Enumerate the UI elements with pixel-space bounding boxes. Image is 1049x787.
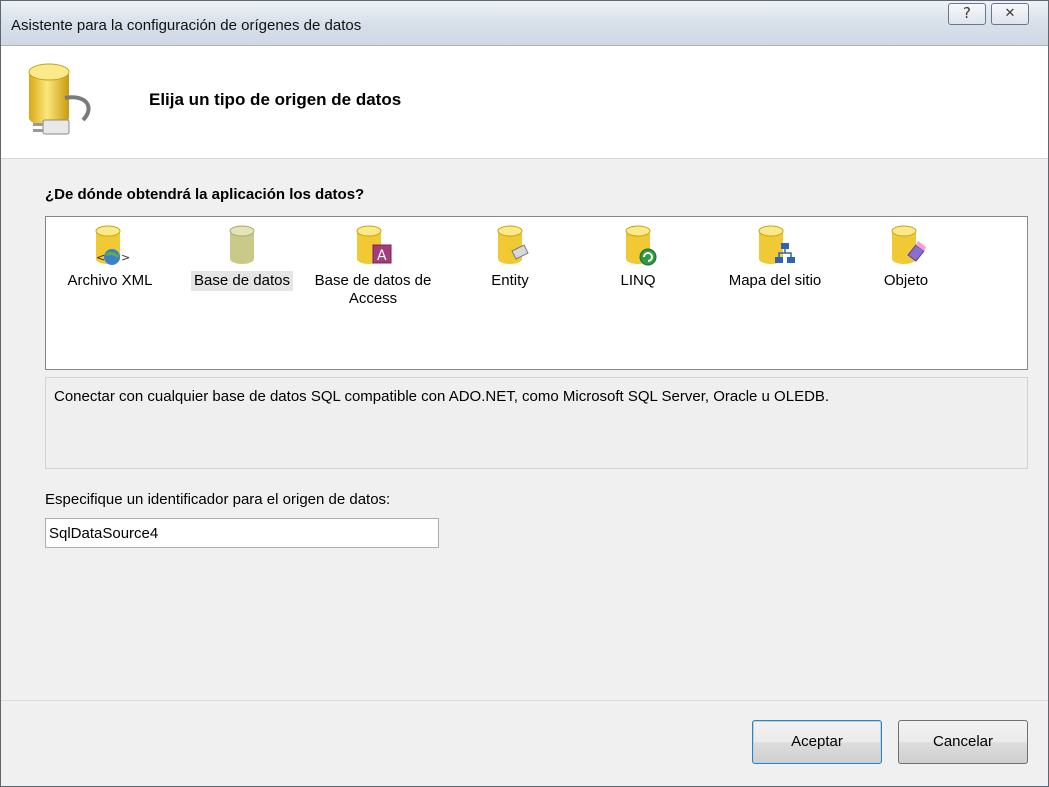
identifier-label: Especifique un identificador para el ori… xyxy=(45,491,391,508)
footer-separator xyxy=(1,700,1048,701)
ds-item-sitemap[interactable]: Mapa del sitio xyxy=(710,225,840,291)
svg-text:A: A xyxy=(377,248,387,264)
ds-label-xml: Archivo XML xyxy=(67,272,153,289)
description-panel: Conectar con cualquier base de datos SQL… xyxy=(45,377,1028,469)
ds-item-linq[interactable]: LINQ xyxy=(582,225,694,291)
cancel-button[interactable]: Cancelar xyxy=(898,720,1028,764)
data-source-question: ¿De dónde obtendrá la aplicación los dat… xyxy=(45,186,365,203)
database-plug-icon xyxy=(28,63,91,135)
data-source-list[interactable]: < > Archivo XML Base de datos A Base de … xyxy=(45,216,1028,370)
ds-item-xml[interactable]: < > Archivo XML xyxy=(54,225,166,291)
ds-label-sitemap: Mapa del sitio xyxy=(728,272,822,289)
data-source-wizard-dialog: Asistente para la configuración de oríge… xyxy=(0,0,1049,787)
entity-database-icon xyxy=(497,225,529,264)
window-title: Asistente para la configuración de oríge… xyxy=(11,17,362,34)
ds-item-database[interactable]: Base de datos xyxy=(186,225,298,291)
svg-text:>: > xyxy=(121,251,130,264)
ds-item-entity[interactable]: Entity xyxy=(454,225,566,291)
ds-item-access[interactable]: A Base de datos de Access xyxy=(304,225,442,309)
help-button[interactable]: ? xyxy=(948,3,986,25)
ds-label-linq: LINQ xyxy=(620,272,656,289)
xml-database-icon: < > xyxy=(95,225,130,265)
object-database-icon xyxy=(891,225,926,264)
ds-label-database: Base de datos xyxy=(191,271,293,291)
ds-label-entity: Entity xyxy=(491,272,529,289)
svg-text:<: < xyxy=(96,251,105,264)
wizard-header: Elija un tipo de origen de datos xyxy=(1,46,1048,159)
ok-button[interactable]: Aceptar xyxy=(752,720,882,764)
database-icon xyxy=(229,225,255,264)
description-text: Conectar con cualquier base de datos SQL… xyxy=(54,388,830,405)
wizard-title: Elija un tipo de origen de datos xyxy=(149,90,402,109)
identifier-input[interactable] xyxy=(45,518,439,548)
close-button[interactable]: ✕ xyxy=(991,3,1029,25)
sitemap-database-icon xyxy=(758,225,795,264)
linq-database-icon xyxy=(625,225,657,266)
ds-item-object[interactable]: Objeto xyxy=(850,225,962,291)
ds-label-object: Objeto xyxy=(883,272,929,289)
title-bar[interactable]: Asistente para la configuración de oríge… xyxy=(1,1,1048,46)
access-database-icon: A xyxy=(356,225,392,264)
ds-label-access: Base de datos de Access xyxy=(314,272,432,307)
